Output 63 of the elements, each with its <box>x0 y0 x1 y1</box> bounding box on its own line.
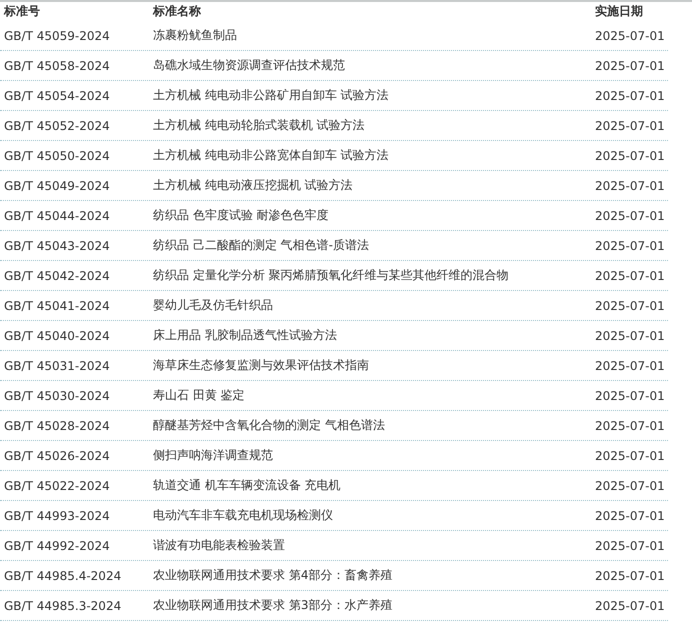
table-cell-text: 2025-07-01 <box>595 148 666 162</box>
table-cell-text: GB/T 45054-2024 <box>3 88 111 102</box>
table-cell-text: 2025-07-01 <box>595 28 666 42</box>
table-cell-text: 2025-07-01 <box>595 328 666 342</box>
table-cell-text: 侧扫声呐海洋调查规范 <box>153 447 274 464</box>
table-cell-text: 土方机械 纯电动液压挖掘机 试验方法 <box>153 177 354 194</box>
table-cell-text: 2025-07-01 <box>595 538 666 552</box>
table-cell-text: 醇醚基芳烃中含氧化合物的测定 气相色谱法 <box>153 417 386 434</box>
table-cell-text: 2025-07-01 <box>595 418 666 432</box>
table-cell-text: GB/T 45050-2024 <box>3 148 111 162</box>
table-cell-text: 2025-07-01 <box>595 238 666 252</box>
table-cell-text: GB/T 45030-2024 <box>3 388 111 402</box>
table-cell-text: 2025-07-01 <box>595 388 666 402</box>
table-cell-text: 2025-07-01 <box>595 178 666 192</box>
table-cell-text: 冻裹粉鱿鱼制品 <box>153 27 238 44</box>
table-cell-text: 纺织品 色牢度试验 耐渗色色牢度 <box>153 207 330 224</box>
column-header: 实施日期 <box>595 3 644 20</box>
table-cell-text: 2025-07-01 <box>595 58 666 72</box>
table-cell-text: 纺织品 己二酸酯的测定 气相色谱-质谱法 <box>153 237 370 254</box>
table-cell-text: 床上用品 乳胶制品透气性试验方法 <box>153 327 338 344</box>
column-header: 标准名称 <box>153 3 202 20</box>
table-cell-text: GB/T 44993-2024 <box>3 508 111 522</box>
table-cell-text: GB/T 44992-2024 <box>3 538 111 552</box>
table-cell-text: GB/T 45022-2024 <box>3 478 111 492</box>
table-cell-text: 2025-07-01 <box>595 478 666 492</box>
table-cell-text: GB/T 45052-2024 <box>3 118 111 132</box>
table-cell-text: GB/T 45049-2024 <box>3 178 111 192</box>
table-cell-text: 农业物联网通用技术要求 第4部分：畜禽养殖 <box>153 567 394 584</box>
table-cell-text: GB/T 44985.3-2024 <box>3 598 122 612</box>
table-cell-text: GB/T 45042-2024 <box>3 268 111 282</box>
table-cell-text: 土方机械 纯电动非公路矿用自卸车 试验方法 <box>153 87 390 104</box>
table-cell-text: 寿山石 田黄 鉴定 <box>153 387 246 404</box>
table-cell-text: 2025-07-01 <box>595 448 666 462</box>
table-cell-text: GB/T 45041-2024 <box>3 298 111 312</box>
table-cell-text: 纺织品 定量化学分析 聚丙烯腈预氧化纤维与某些其他纤维的混合物 <box>153 267 510 284</box>
table-cell-text: GB/T 45026-2024 <box>3 448 111 462</box>
table-cell-text: 2025-07-01 <box>595 508 666 522</box>
table-cell-text: 2025-07-01 <box>595 208 666 222</box>
table-cell-text: 轨道交通 机车车辆变流设备 充电机 <box>153 477 342 494</box>
column-header: 标准号 <box>2 3 41 20</box>
table-cell-text: 土方机械 纯电动轮胎式装载机 试验方法 <box>153 117 366 134</box>
table-cell-text: 2025-07-01 <box>595 268 666 282</box>
table-cell-text: GB/T 45058-2024 <box>3 58 111 72</box>
table-cell-text: GB/T 45059-2024 <box>3 28 111 42</box>
table-cell-text: 岛礁水域生物资源调查评估技术规范 <box>153 57 346 74</box>
table-cell-text: GB/T 45040-2024 <box>3 328 111 342</box>
table-cell-text: GB/T 44985.4-2024 <box>3 568 122 582</box>
table-cell-text: 2025-07-01 <box>595 298 666 312</box>
table-cell-text: GB/T 45044-2024 <box>3 208 111 222</box>
table-cell-text: GB/T 45043-2024 <box>3 238 111 252</box>
table-cell-text: GB/T 45028-2024 <box>3 418 111 432</box>
table-cell-text: 婴幼儿毛及仿毛针织品 <box>153 297 274 314</box>
table-cell-text: 2025-07-01 <box>595 598 666 612</box>
table-cell-text: GB/T 45031-2024 <box>3 358 111 372</box>
table-cell-text: 土方机械 纯电动非公路宽体自卸车 试验方法 <box>153 147 390 164</box>
table-cell-text: 农业物联网通用技术要求 第3部分：水产养殖 <box>153 597 394 614</box>
table-cell-text: 谐波有功电能表检验装置 <box>153 537 286 554</box>
table-cell-text: 2025-07-01 <box>595 358 666 372</box>
table-cell-text: 2025-07-01 <box>595 118 666 132</box>
table-cell-text: 2025-07-01 <box>595 568 666 582</box>
table-cell-text: 2025-07-01 <box>595 88 666 102</box>
table-cell-text: 海草床生态修复监测与效果评估技术指南 <box>153 357 370 374</box>
table-cell-text: 电动汽车非车载充电机现场检测仪 <box>153 507 334 524</box>
